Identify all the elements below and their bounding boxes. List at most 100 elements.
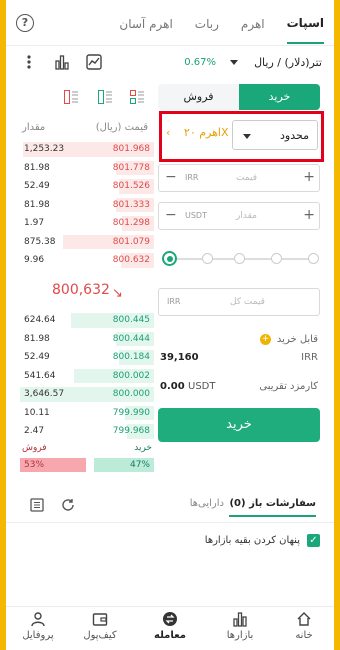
profile-icon bbox=[31, 612, 45, 627]
bid-amount: 81.98 bbox=[24, 333, 50, 344]
order-type-value: محدود bbox=[280, 129, 309, 142]
top-tabs: اسپات اهرم ربات اهرم آسان bbox=[6, 0, 334, 46]
nav-markets[interactable]: بازارها bbox=[210, 611, 270, 641]
deposit-plus-icon[interactable]: + bbox=[260, 334, 271, 345]
markets-icon bbox=[233, 612, 247, 627]
wallet-icon bbox=[92, 613, 108, 626]
order-history-icon[interactable] bbox=[30, 498, 44, 512]
ask-amount: 875.38 bbox=[24, 236, 56, 247]
nav-wallet[interactable]: کیف‌پول bbox=[70, 611, 130, 641]
available-currency: IRR bbox=[301, 352, 318, 363]
total-field[interactable]: قیمت کل IRR bbox=[158, 288, 320, 316]
leverage-button[interactable]: ‹ اهرم ۲۰X bbox=[166, 126, 229, 139]
total-input[interactable]: قیمت کل bbox=[230, 297, 265, 307]
available-value: 39,160 bbox=[160, 352, 199, 363]
ask-row[interactable]: 801.778 81.98 bbox=[20, 159, 154, 178]
available-value-row: IRR 39,160 bbox=[158, 352, 320, 366]
bid-row[interactable]: 800.002 541.64 bbox=[20, 367, 154, 386]
divider bbox=[6, 522, 334, 523]
tab-bot[interactable]: ربات bbox=[195, 3, 219, 43]
nav-wallet-label: کیف‌پول bbox=[83, 630, 117, 641]
slider-stop-25[interactable] bbox=[202, 253, 213, 264]
price-change: 0.67% bbox=[184, 57, 216, 68]
help-icon[interactable]: ? bbox=[16, 14, 34, 32]
increase-price-button[interactable]: + bbox=[303, 169, 315, 185]
asks-only-view-icon[interactable] bbox=[64, 90, 78, 104]
increase-amount-button[interactable]: + bbox=[303, 207, 315, 223]
ask-price: 800.632 bbox=[112, 255, 150, 265]
fee-value: 0.00 bbox=[160, 381, 185, 392]
bid-row[interactable]: 800.445 624.64 bbox=[20, 311, 154, 330]
slider-stop-75[interactable] bbox=[271, 253, 282, 264]
decrease-price-button[interactable]: − bbox=[165, 169, 177, 185]
nav-home[interactable]: خانه bbox=[274, 611, 334, 641]
refresh-icon[interactable] bbox=[61, 498, 75, 512]
price-stepper[interactable]: + قیمت IRR − bbox=[158, 164, 320, 192]
chart-icon[interactable] bbox=[86, 54, 102, 70]
market-pair-selector[interactable]: تتر(دلار) / ریال bbox=[254, 56, 322, 69]
tab-assets[interactable]: دارایی‌ها bbox=[190, 498, 224, 509]
hide-other-markets-label: پنهان کردن بقیه بازارها bbox=[204, 535, 300, 546]
buy-tab[interactable]: خرید bbox=[239, 84, 320, 110]
amount-stepper[interactable]: + مقدار USDT − bbox=[158, 202, 320, 230]
bids-list: 800.445 624.64 800.444 81.98 800.184 52.49 800… bbox=[20, 311, 154, 441]
leverage-label: اهرم ۲۰X bbox=[183, 126, 229, 139]
bid-price: 800.000 bbox=[112, 389, 150, 399]
amount-input[interactable]: مقدار bbox=[236, 211, 257, 221]
tab-margin[interactable]: اهرم bbox=[241, 3, 265, 43]
price-input[interactable]: قیمت bbox=[236, 173, 257, 183]
dropdown-arrow-icon bbox=[243, 134, 251, 139]
bid-row[interactable]: 800.000 3,646.57 bbox=[20, 385, 154, 404]
ask-row[interactable]: 801.968 1,253.23 bbox=[20, 140, 154, 159]
available-label: قابل خرید bbox=[276, 334, 318, 345]
nav-trade-label: معامله bbox=[154, 630, 186, 641]
sell-ratio-bar: 53% bbox=[20, 458, 86, 472]
bid-row[interactable]: 799.968 2.47 bbox=[20, 422, 154, 441]
both-sides-view-icon[interactable] bbox=[130, 90, 144, 104]
checkmark-icon[interactable]: ✓ bbox=[307, 534, 320, 547]
sell-tab[interactable]: فروش bbox=[158, 84, 239, 110]
decrease-amount-button[interactable]: − bbox=[165, 207, 177, 223]
bar-chart-icon[interactable] bbox=[54, 54, 70, 70]
submit-buy-button[interactable]: خرید bbox=[158, 408, 320, 442]
ask-price: 801.526 bbox=[112, 181, 150, 191]
order-type-select[interactable]: محدود bbox=[232, 120, 318, 150]
tab-open-orders[interactable]: سفارشات باز (0) bbox=[229, 498, 316, 517]
fee-currency: USDT bbox=[188, 381, 216, 392]
slider-stop-0[interactable] bbox=[162, 251, 177, 266]
ask-row[interactable]: 801.079 875.38 bbox=[20, 233, 154, 252]
orderbook-view-toggles bbox=[60, 90, 150, 106]
ask-row[interactable]: 801.333 81.98 bbox=[20, 196, 154, 215]
nav-profile[interactable]: پروفایل bbox=[8, 611, 68, 641]
ask-row[interactable]: 801.298 1.97 bbox=[20, 214, 154, 233]
more-icon[interactable] bbox=[26, 54, 32, 70]
price-currency: IRR bbox=[185, 173, 199, 182]
tab-spot[interactable]: اسپات bbox=[286, 2, 324, 44]
ask-row[interactable]: 801.526 52.49 bbox=[20, 177, 154, 196]
nav-trade[interactable]: معامله bbox=[140, 611, 200, 641]
nav-profile-label: پروفایل bbox=[22, 630, 54, 641]
bid-price: 800.444 bbox=[112, 333, 150, 344]
bid-price: 800.445 bbox=[112, 315, 150, 325]
orderbook-amount-header: مقدار bbox=[22, 122, 46, 133]
ask-amount: 52.49 bbox=[24, 181, 50, 191]
bid-row[interactable]: 799.990 10.11 bbox=[20, 404, 154, 423]
slider-stop-50[interactable] bbox=[234, 253, 245, 264]
bids-only-view-icon[interactable] bbox=[98, 90, 112, 104]
ask-price: 801.778 bbox=[112, 162, 150, 173]
chevron-down-icon[interactable] bbox=[230, 60, 238, 65]
ask-row[interactable]: 800.632 9.96 bbox=[20, 251, 154, 270]
bid-row[interactable]: 800.184 52.49 bbox=[20, 348, 154, 367]
buy-sell-toggle: خرید فروش bbox=[158, 84, 320, 110]
nav-markets-label: بازارها bbox=[226, 630, 254, 641]
ask-price: 801.968 bbox=[112, 144, 150, 154]
bid-row[interactable]: 800.444 81.98 bbox=[20, 330, 154, 349]
orderbook-price-header: قیمت (ریال) bbox=[95, 122, 148, 133]
bottom-nav: خانه بازارها معامله کیف‌پول پروفایل bbox=[6, 606, 334, 650]
slider-stop-100[interactable] bbox=[308, 253, 319, 264]
bid-price: 799.990 bbox=[112, 407, 150, 418]
buy-sell-ratio: 53% 47% bbox=[20, 458, 154, 472]
fee-label: کارمزد تقریبی bbox=[259, 381, 318, 392]
bid-amount: 541.64 bbox=[24, 370, 56, 381]
tab-easy-margin[interactable]: اهرم آسان bbox=[119, 3, 172, 43]
